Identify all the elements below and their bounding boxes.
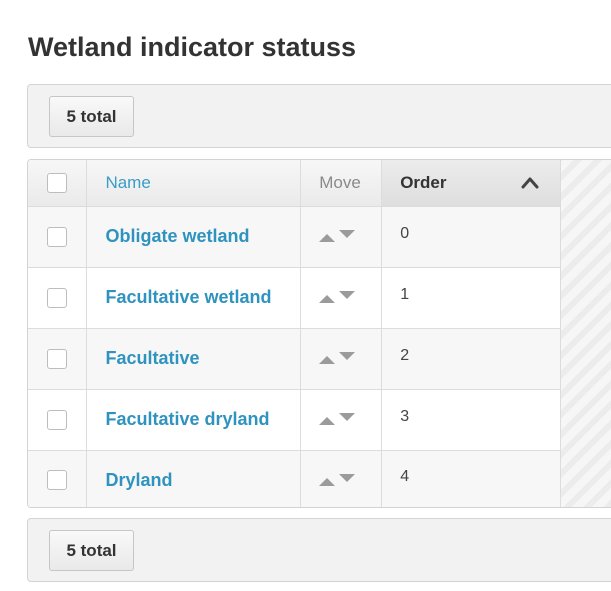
move-up-icon[interactable] xyxy=(319,417,336,426)
header-order-label: Order xyxy=(400,172,447,192)
row-name-link[interactable]: Obligate wetland xyxy=(87,226,249,247)
move-down-icon[interactable] xyxy=(339,352,356,361)
order-value: 4 xyxy=(400,468,410,486)
order-cell: 3 xyxy=(381,389,561,451)
row-select-cell xyxy=(28,389,88,451)
move-down-icon[interactable] xyxy=(339,413,356,422)
name-cell: Obligate wetland xyxy=(86,206,302,268)
row-select-cell xyxy=(28,206,88,268)
header-move: Move xyxy=(300,160,383,207)
table-row: Obligate wetland 0 xyxy=(28,206,561,268)
row-checkbox[interactable] xyxy=(47,226,67,247)
chevron-up-icon xyxy=(521,177,539,189)
name-cell: Facultative wetland xyxy=(86,267,302,329)
move-up-icon[interactable] xyxy=(319,234,336,243)
records-table: Name Move Order Obligate wetland 0 Facul… xyxy=(28,160,561,507)
order-cell: 2 xyxy=(381,328,561,390)
header-name[interactable]: Name xyxy=(86,160,302,207)
move-down-icon[interactable] xyxy=(339,291,356,300)
move-cell xyxy=(300,450,383,507)
total-count-button[interactable]: 5 total xyxy=(49,530,134,571)
name-cell: Facultative dryland xyxy=(86,389,302,451)
move-cell xyxy=(300,328,383,390)
header-order[interactable]: Order xyxy=(381,160,561,207)
row-name-link[interactable]: Facultative wetland xyxy=(87,287,271,308)
move-cell xyxy=(300,267,383,329)
total-count-button[interactable]: 5 total xyxy=(49,96,134,137)
move-up-icon[interactable] xyxy=(319,356,336,365)
move-cell xyxy=(300,389,383,451)
row-name-link[interactable]: Facultative xyxy=(87,348,199,369)
row-name-link[interactable]: Facultative dryland xyxy=(87,409,269,430)
table-row: Facultative dryland 3 xyxy=(28,389,561,451)
order-value: 0 xyxy=(400,224,410,242)
table-row: Facultative wetland 1 xyxy=(28,267,561,329)
records-table-container: Name Move Order Obligate wetland 0 Facul… xyxy=(27,159,611,508)
name-cell: Dryland xyxy=(86,450,302,507)
table-header-row: Name Move Order xyxy=(28,160,561,207)
row-checkbox[interactable] xyxy=(47,409,67,430)
row-checkbox[interactable] xyxy=(47,348,67,369)
move-cell xyxy=(300,206,383,268)
row-select-cell xyxy=(28,267,88,329)
move-down-icon[interactable] xyxy=(339,230,356,239)
order-cell: 1 xyxy=(381,267,561,329)
order-value: 3 xyxy=(400,407,410,425)
bottom-toolbar: 5 total xyxy=(27,518,611,582)
select-all-checkbox[interactable] xyxy=(47,172,67,193)
move-up-icon[interactable] xyxy=(319,478,336,487)
order-value: 1 xyxy=(400,285,410,303)
row-checkbox[interactable] xyxy=(47,470,67,491)
row-checkbox[interactable] xyxy=(47,287,67,308)
move-down-icon[interactable] xyxy=(339,474,356,483)
page-title: Wetland indicator statuss xyxy=(28,32,357,62)
row-select-cell xyxy=(28,328,88,390)
name-cell: Facultative xyxy=(86,328,302,390)
table-row: Facultative 2 xyxy=(28,328,561,390)
page: Wetland indicator statuss 5 total Name M… xyxy=(0,0,611,591)
order-value: 2 xyxy=(400,346,410,364)
row-name-link[interactable]: Dryland xyxy=(87,470,172,491)
order-cell: 4 xyxy=(381,450,561,507)
row-select-cell xyxy=(28,450,88,507)
order-cell: 0 xyxy=(381,206,561,268)
header-select-cell xyxy=(28,160,88,207)
table-row: Dryland 4 xyxy=(28,450,561,507)
top-toolbar: 5 total xyxy=(27,84,611,148)
move-up-icon[interactable] xyxy=(319,295,336,304)
